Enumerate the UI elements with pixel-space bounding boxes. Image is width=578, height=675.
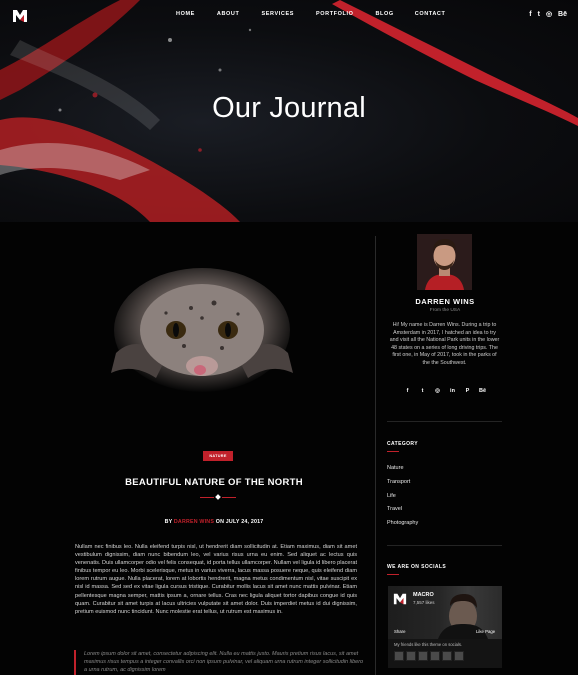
friend-avatar[interactable] [418, 651, 428, 661]
post-byline: BY DARREN WINS ON JULY 24, 2017 [64, 519, 364, 525]
twitter-icon[interactable]: t [538, 11, 540, 18]
facebook-like-button[interactable]: Like Page [476, 629, 495, 634]
author-location: From the USA [429, 308, 461, 313]
friend-avatar[interactable] [394, 651, 404, 661]
facebook-share-button[interactable]: Share [394, 629, 405, 634]
category-title-underline [387, 451, 399, 452]
sidebar-separator [387, 421, 502, 422]
category-link-life[interactable]: Life [387, 493, 396, 499]
category-link-transport[interactable]: Transport [387, 479, 410, 485]
post-featured-image[interactable] [96, 258, 308, 398]
friend-avatar[interactable] [430, 651, 440, 661]
facebook-page-widget[interactable]: MACRO 7,557 likes Share Like Page My fri… [388, 586, 502, 668]
category-link-travel[interactable]: Travel [387, 506, 402, 512]
facebook-page-name[interactable]: MACRO [413, 592, 434, 598]
author-bio: Hi! My name is Darren Wins. During a tri… [389, 322, 500, 366]
facebook-icon[interactable]: f [404, 388, 411, 394]
post-title[interactable]: BEAUTIFUL NATURE OF THE NORTH [64, 477, 364, 488]
byline-by: BY [164, 519, 173, 525]
author-name: DARREN WINS [415, 297, 475, 306]
nav-portfolio[interactable]: PORTFOLIO [316, 11, 353, 17]
facebook-page-likes: 7,557 likes [413, 600, 435, 605]
behance-icon[interactable]: Bē [479, 388, 486, 394]
sidebar-separator [387, 545, 502, 546]
site-logo-icon[interactable] [12, 8, 28, 24]
friend-avatar[interactable] [406, 651, 416, 661]
quote-text: Lorem ipsum dolor sit amet, consectetur … [84, 651, 364, 673]
post-date: JULY 24, 2017 [225, 519, 264, 525]
category-badge[interactable]: NATURE [203, 451, 233, 461]
linkedin-icon[interactable]: in [449, 388, 456, 394]
facebook-page-logo-icon [393, 593, 407, 605]
page-title: Our Journal [212, 92, 366, 124]
author-social-links: f t ◎ in P Bē [404, 388, 486, 394]
sidebar-divider [375, 236, 376, 675]
main-nav: HOME ABOUT SERVICES PORTFOLIO BLOG CONTA… [176, 11, 467, 17]
category-link-photography[interactable]: Photography [387, 520, 418, 526]
facebook-friends-avatars [394, 651, 464, 661]
post-author-link[interactable]: DARREN WINS [174, 519, 214, 525]
main-content: NATURE BEAUTIFUL NATURE OF THE NORTH BY … [0, 222, 578, 675]
instagram-icon[interactable]: ◎ [434, 388, 441, 394]
twitter-icon[interactable]: t [419, 388, 426, 394]
friend-avatar[interactable] [442, 651, 452, 661]
nav-blog[interactable]: BLOG [375, 11, 393, 17]
header-social-links: f t ◎ Bē [529, 10, 567, 19]
nav-about[interactable]: ABOUT [217, 11, 240, 17]
title-divider [200, 494, 236, 500]
pinterest-icon[interactable]: P [464, 388, 471, 394]
instagram-icon[interactable]: ◎ [546, 10, 552, 18]
facebook-icon[interactable]: f [529, 11, 531, 18]
friend-avatar[interactable] [454, 651, 464, 661]
hero-banner: HOME ABOUT SERVICES PORTFOLIO BLOG CONTA… [0, 0, 578, 222]
post-quote: Lorem ipsum dolor sit amet, consectetur … [74, 650, 364, 675]
category-widget-title: CATEGORY [387, 441, 418, 447]
author-avatar[interactable] [417, 234, 472, 290]
category-link-nature[interactable]: Nature [387, 465, 404, 471]
post-body: Nullam nec finibus leo. Nulla eleifend t… [75, 544, 358, 615]
byline-on: ON [215, 519, 225, 525]
socials-widget-title: WE ARE ON SOCIALS [387, 564, 447, 570]
nav-home[interactable]: HOME [176, 11, 195, 17]
socials-title-underline [387, 574, 399, 575]
behance-icon[interactable]: Bē [558, 11, 567, 18]
nav-contact[interactable]: CONTACT [415, 11, 446, 17]
facebook-friends-text: My friends like this theme on socials. [394, 642, 463, 647]
nav-services[interactable]: SERVICES [261, 11, 294, 17]
